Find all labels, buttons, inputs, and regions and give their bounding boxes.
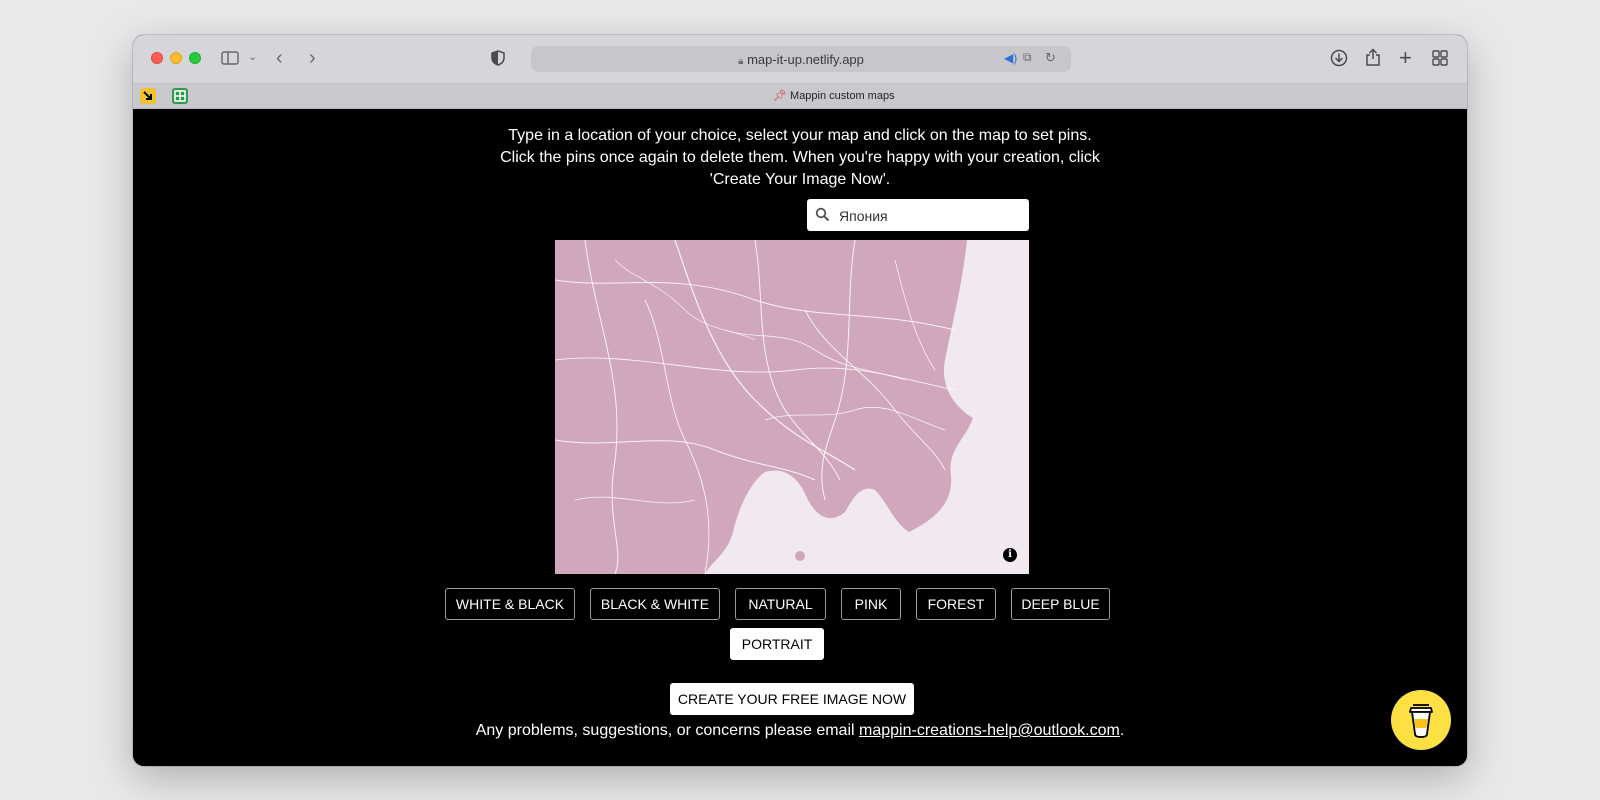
coffee-cup-icon bbox=[1409, 704, 1433, 738]
downloads-icon[interactable] bbox=[1330, 49, 1348, 71]
share-icon[interactable] bbox=[1365, 48, 1381, 71]
info-icon[interactable]: i bbox=[1003, 548, 1017, 562]
create-image-button[interactable]: CREATE YOUR FREE IMAGE NOW bbox=[670, 683, 914, 715]
style-forest-button[interactable]: FOREST bbox=[916, 588, 996, 620]
search-icon bbox=[815, 207, 830, 227]
browser-window: ⌄ ‹ › 🔒︎ map-it-up.netlify.app ◀︎) ⧉ ↻ + bbox=[133, 35, 1467, 766]
minimize-window-button[interactable] bbox=[170, 52, 182, 64]
pushpin-icon: 📌︎ bbox=[773, 90, 787, 102]
pinned-tab-arrow-icon[interactable] bbox=[140, 88, 156, 104]
translate-icon[interactable]: ⧉ bbox=[1023, 50, 1032, 65]
tab-bar: 📌︎ Mappin custom maps bbox=[133, 84, 1467, 109]
page-content: Type in a location of your choice, selec… bbox=[133, 109, 1467, 766]
forward-arrow-icon[interactable]: › bbox=[309, 48, 316, 68]
url-text: map-it-up.netlify.app bbox=[747, 52, 864, 67]
location-search[interactable] bbox=[807, 199, 1029, 233]
style-deep-blue-button[interactable]: DEEP BLUE bbox=[1011, 588, 1110, 620]
address-bar[interactable]: 🔒︎ map-it-up.netlify.app ◀︎) ⧉ ↻ bbox=[531, 46, 1071, 72]
privacy-shield-icon[interactable] bbox=[491, 50, 505, 70]
buy-me-a-coffee-button[interactable] bbox=[1391, 690, 1451, 750]
new-tab-plus-icon[interactable]: + bbox=[1399, 47, 1412, 69]
tab-overview-icon[interactable] bbox=[1432, 50, 1448, 70]
footer: Any problems, suggestions, or concerns p… bbox=[133, 722, 1467, 740]
footer-text: Any problems, suggestions, or concerns p… bbox=[475, 722, 855, 739]
style-white-black-button[interactable]: WHITE & BLACK bbox=[445, 588, 575, 620]
pinned-tab-sheets-icon[interactable] bbox=[172, 88, 188, 104]
chevron-down-icon[interactable]: ⌄ bbox=[248, 52, 257, 63]
intro-text: Type in a location of your choice, selec… bbox=[500, 127, 1100, 188]
support-email-link[interactable]: mappin-creations-help@outlook.com bbox=[859, 722, 1120, 739]
map-graphic bbox=[555, 240, 973, 574]
active-tab[interactable]: 📌︎ Mappin custom maps bbox=[773, 89, 895, 102]
style-natural-button[interactable]: NATURAL bbox=[735, 588, 826, 620]
footer-period: . bbox=[1119, 722, 1125, 739]
map-canvas[interactable]: i bbox=[555, 240, 1029, 574]
style-black-white-button[interactable]: BLACK & WHITE bbox=[590, 588, 720, 620]
search-input[interactable] bbox=[837, 199, 1026, 233]
back-arrow-icon[interactable]: ‹ bbox=[276, 48, 283, 68]
tab-title: Mappin custom maps bbox=[790, 90, 895, 102]
style-pink-button[interactable]: PINK bbox=[841, 588, 901, 620]
lock-icon: 🔒︎ bbox=[738, 56, 744, 67]
style-portrait-button[interactable]: PORTRAIT bbox=[730, 628, 824, 660]
browser-toolbar: ⌄ ‹ › 🔒︎ map-it-up.netlify.app ◀︎) ⧉ ↻ + bbox=[133, 35, 1467, 84]
zoom-window-button[interactable] bbox=[189, 52, 201, 64]
sidebar-toggle-icon[interactable] bbox=[221, 50, 239, 70]
reload-icon[interactable]: ↻ bbox=[1045, 50, 1056, 66]
speaker-icon[interactable]: ◀︎) bbox=[1004, 51, 1017, 65]
close-window-button[interactable] bbox=[151, 52, 163, 64]
